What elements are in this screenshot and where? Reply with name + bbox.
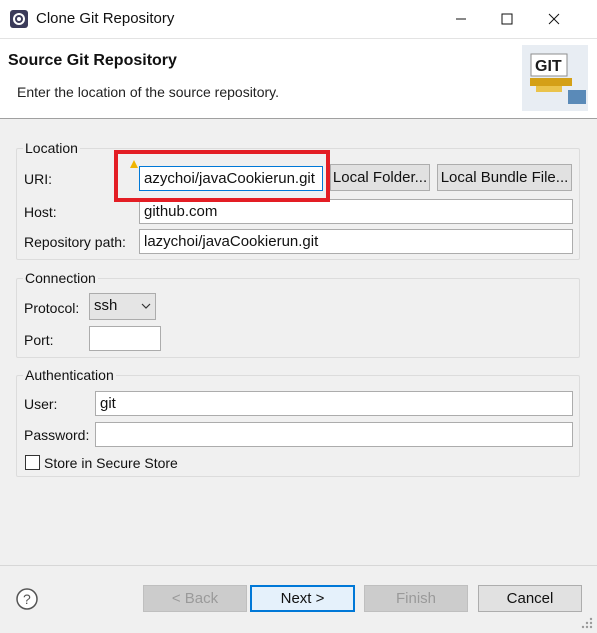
maximize-button[interactable] [484,0,530,38]
user-label: User: [24,396,58,412]
close-button[interactable] [531,0,577,38]
svg-text:GIT: GIT [535,58,562,75]
local-bundle-file-button[interactable]: Local Bundle File... [437,164,572,191]
git-logo: GIT [522,45,588,111]
back-button[interactable]: < Back [143,585,247,612]
host-input[interactable] [139,199,573,224]
port-input[interactable] [89,326,161,351]
protocol-label: Protocol: [24,300,80,316]
page-title: Source Git Repository [8,52,177,69]
user-input[interactable] [95,391,573,416]
minimize-button[interactable] [438,0,484,38]
password-input[interactable] [95,422,573,447]
host-label: Host: [24,204,57,220]
warning-decoration-icon [130,160,138,168]
next-button[interactable]: Next > [250,585,355,612]
svg-text:?: ? [23,591,31,607]
chevron-down-icon [141,303,151,309]
minimize-icon [456,18,466,20]
eclipse-app-icon [10,10,28,28]
local-folder-button[interactable]: Local Folder... [330,164,430,191]
protocol-select-value: ssh [94,297,118,314]
help-icon[interactable]: ? [15,587,39,611]
uri-input[interactable] [139,166,323,191]
window-title: Clone Git Repository [36,10,175,27]
store-secure-checkbox[interactable] [25,455,40,470]
page-description: Enter the location of the source reposit… [17,84,279,100]
connection-group-title: Connection [23,270,98,286]
wizard-header: Source Git Repository Enter the location… [0,39,597,119]
repository-path-input[interactable] [139,229,573,254]
location-group-title: Location [23,140,80,156]
resize-grip-icon[interactable] [580,616,594,630]
footer-separator [0,565,597,566]
close-icon [548,13,560,25]
finish-button[interactable]: Finish [364,585,468,612]
maximize-icon [501,13,513,25]
password-label: Password: [24,427,90,443]
uri-label: URI: [24,171,52,187]
store-secure-label: Store in Secure Store [44,455,178,471]
cancel-button[interactable]: Cancel [478,585,582,612]
title-bar: Clone Git Repository [0,0,597,39]
repository-path-label: Repository path: [24,234,126,250]
protocol-select[interactable]: ssh [89,293,156,320]
port-label: Port: [24,332,54,348]
authentication-group-title: Authentication [23,367,116,383]
